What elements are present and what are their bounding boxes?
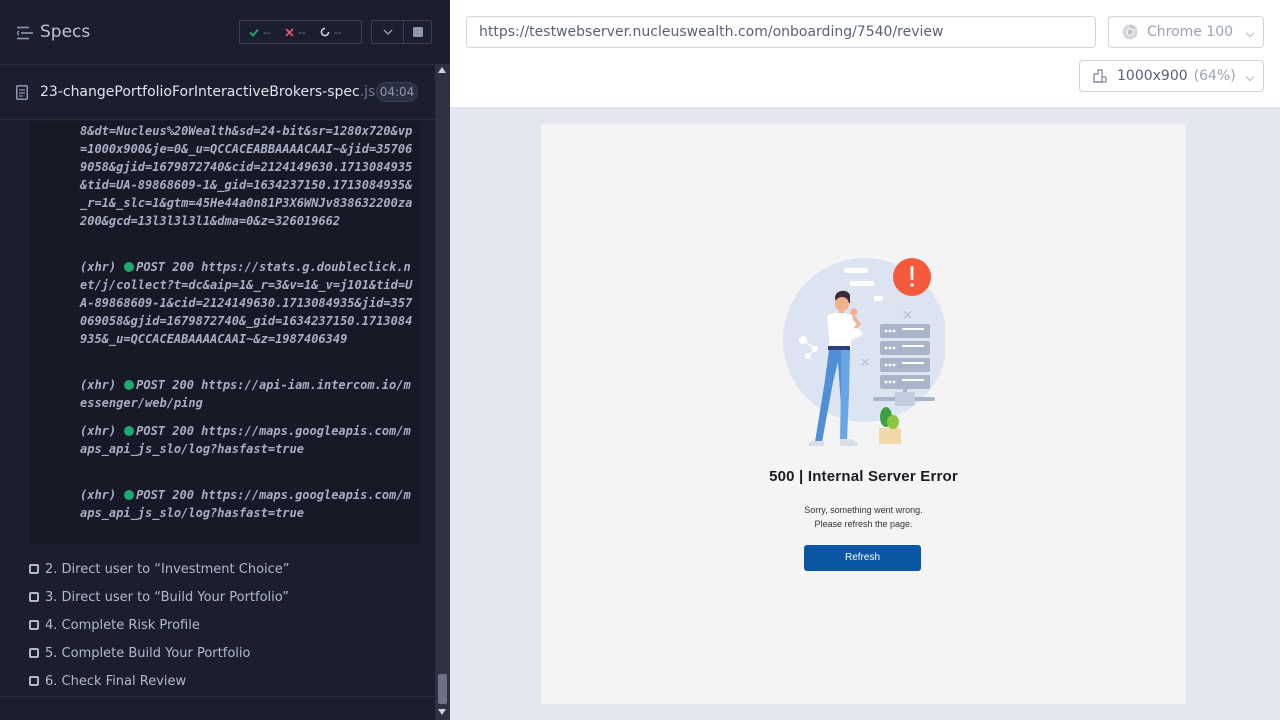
pending-icon — [320, 27, 330, 37]
log-entry[interactable]: (xhr) POST 200 https://maps.googleapis.co… — [80, 422, 416, 458]
server-error-illustration: × × × — [783, 258, 945, 446]
passed-stat: -- — [249, 26, 271, 39]
log-entry-type: (xhr) — [80, 488, 117, 502]
test-step[interactable]: 3. Direct user to “Build Your Portfolio” — [29, 587, 289, 607]
log-entry-type: (xhr) — [80, 424, 117, 438]
browser-selector[interactable]: Chrome 100 — [1108, 16, 1264, 48]
log-entry-type: (xhr) — [80, 378, 117, 392]
chevron-down-icon — [1245, 28, 1255, 38]
pending-box-icon — [29, 676, 39, 686]
log-entry-method: POST 200 — [136, 424, 194, 438]
refresh-button[interactable]: Refresh — [804, 545, 921, 571]
aut-header: https://testwebserver.nucleuswealth.com/… — [450, 0, 1280, 108]
log-entry-url: 8&dt=Nucleus%20Wealth&sd=24-bit&sr=1280x… — [80, 124, 413, 228]
success-status-dot — [124, 426, 135, 436]
error-message-line: Sorry, something went wrong. — [804, 505, 923, 515]
success-status-dot — [124, 380, 135, 390]
log-entry[interactable]: (xhr) POST 200 https://maps.googleapis.co… — [80, 486, 416, 522]
viewport-scale: (64%) — [1193, 68, 1236, 84]
url-bar[interactable]: https://testwebserver.nucleuswealth.com/… — [466, 16, 1096, 48]
test-step-label: 2. Direct user to “Investment Choice” — [45, 561, 290, 577]
browser-name: Chrome 100 — [1147, 24, 1234, 40]
collapse-all-button[interactable] — [371, 20, 404, 44]
reporter-footer — [0, 696, 435, 720]
scroll-down-arrow-icon[interactable] — [438, 709, 446, 715]
specs-header: Specs -- -- -- — [0, 0, 435, 64]
viewport-selector[interactable]: 1000x900 (64%) — [1079, 60, 1264, 92]
spec-file-extension: .js — [359, 84, 376, 100]
command-log[interactable]: 8&dt=Nucleus%20Wealth&sd=24-bit&sr=1280x… — [30, 121, 420, 544]
success-status-dot — [124, 262, 135, 272]
stop-button[interactable] — [404, 20, 432, 44]
pending-box-icon — [29, 648, 39, 658]
document-icon — [16, 85, 28, 104]
pending-stat: -- — [320, 26, 342, 39]
scrollbar-thumb[interactable] — [438, 674, 447, 704]
test-step-label: 4. Complete Risk Profile — [45, 617, 200, 633]
failed-count: -- — [297, 25, 306, 39]
svg-text:×: × — [902, 308, 913, 323]
pending-count: -- — [333, 25, 342, 39]
spec-file-basename: 23-changePortfolioForInteractiveBrokers-… — [40, 84, 360, 100]
viewport-size: 1000x900 — [1117, 68, 1188, 84]
test-step[interactable]: 6. Check Final Review — [29, 671, 186, 691]
spec-file-row: 23-changePortfolioForInteractiveBrokers-… — [0, 64, 435, 120]
log-entry-url: https://stats.g.doubleclick.net/j/collec… — [80, 260, 413, 346]
test-step[interactable]: 5. Complete Build Your Portfolio — [29, 643, 250, 663]
log-entry-type: (xhr) — [80, 260, 117, 274]
pending-box-icon — [29, 564, 39, 574]
check-icon — [249, 28, 259, 37]
chevron-down-icon — [1245, 72, 1255, 82]
test-step[interactable]: 4. Complete Risk Profile — [29, 615, 200, 635]
log-entry[interactable]: (xhr) POST 200 https://api-iam.intercom.i… — [80, 376, 416, 412]
spec-duration-badge: 04:04 — [376, 82, 418, 102]
passed-count: -- — [263, 25, 271, 39]
test-step-label: 3. Direct user to “Build Your Portfolio” — [45, 589, 289, 605]
log-entry-method: POST 200 — [136, 260, 194, 274]
test-step-label: 6. Check Final Review — [45, 673, 187, 689]
reporter-scrollbar[interactable] — [435, 64, 450, 720]
app-preview-frame: × × × — [541, 124, 1186, 704]
log-entry-method: POST 200 — [136, 488, 194, 502]
error-message: Sorry, something went wrong. Please refr… — [541, 503, 1186, 531]
chevron-down-icon — [382, 29, 393, 35]
test-stats: -- -- -- — [239, 20, 362, 44]
error-message-line: Please refresh the page. — [814, 519, 913, 529]
spec-file-name[interactable]: 23-changePortfolioForInteractiveBrokers-… — [40, 84, 375, 100]
reporter-panel: Specs -- -- -- 23-changePortfolioForInte… — [0, 0, 450, 720]
svg-text:×: × — [860, 355, 870, 369]
test-step-label: 5. Complete Build Your Portfolio — [45, 645, 251, 661]
log-entry[interactable]: 8&dt=Nucleus%20Wealth&sd=24-bit&sr=1280x… — [80, 122, 416, 230]
log-entry-method: POST 200 — [136, 378, 194, 392]
specs-title[interactable]: Specs — [40, 22, 90, 42]
ruler-icon — [1093, 69, 1107, 83]
success-status-dot — [124, 490, 135, 500]
log-entry[interactable]: (xhr) POST 200 https://stats.g.doubleclic… — [80, 258, 416, 348]
specs-list-icon[interactable] — [16, 25, 33, 44]
scroll-up-arrow-icon[interactable] — [438, 67, 446, 73]
pending-box-icon — [29, 620, 39, 630]
failed-stat: -- — [285, 26, 306, 39]
test-step[interactable]: 2. Direct user to “Investment Choice” — [29, 559, 290, 579]
pending-box-icon — [29, 592, 39, 602]
x-icon — [285, 27, 294, 37]
chrome-icon — [1122, 24, 1138, 40]
stop-icon — [412, 27, 423, 37]
error-title: 500 | Internal Server Error — [769, 468, 958, 485]
